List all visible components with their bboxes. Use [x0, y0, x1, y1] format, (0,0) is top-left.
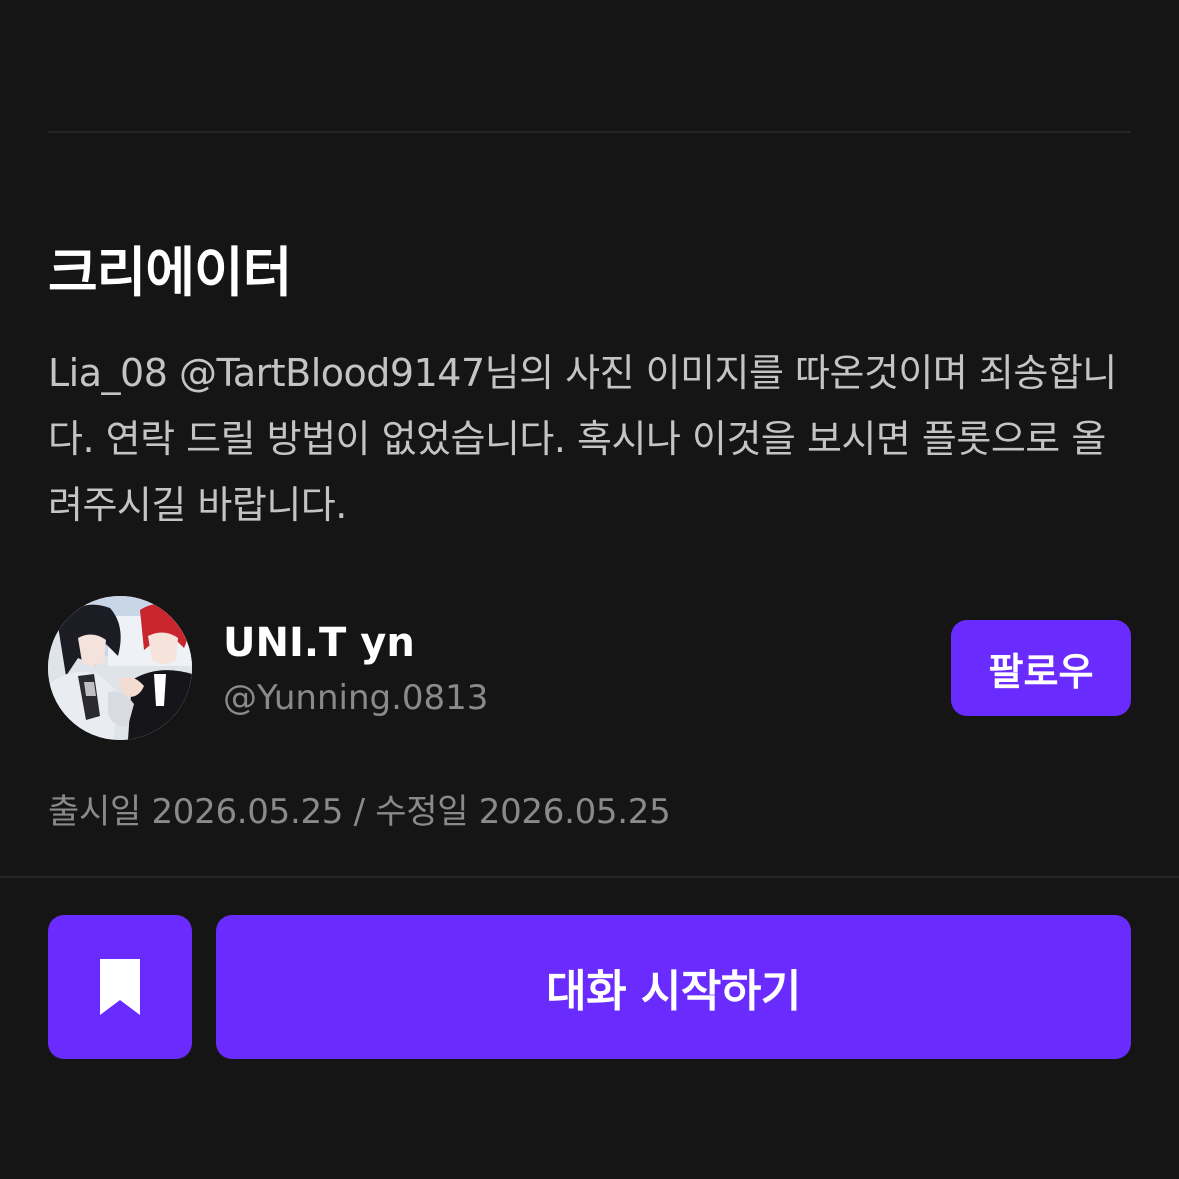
bookmark-button[interactable]	[48, 915, 192, 1059]
creator-handle[interactable]: @Yunning.0813	[223, 676, 488, 720]
top-divider	[48, 131, 1131, 133]
section-title: 크리에이터	[48, 241, 292, 304]
creator-description: Lia_08 @TartBlood9147님의 사진 이미지를 따온것이며 죄송…	[48, 351, 1117, 527]
creator-name[interactable]: UNI.T yn	[223, 618, 415, 668]
creator-avatar[interactable]	[48, 596, 192, 740]
bookmark-icon	[100, 959, 140, 1015]
release-date-info: 출시일 2026.05.25 / 수정일 2026.05.25	[48, 792, 671, 832]
follow-button[interactable]: 팔로우	[951, 620, 1131, 716]
start-chat-button[interactable]: 대화 시작하기	[216, 915, 1131, 1059]
creator-profile-row[interactable]: UNI.T yn @Yunning.0813 팔로우	[48, 596, 1131, 740]
bottom-divider	[0, 876, 1179, 878]
character-avatar-image	[48, 596, 192, 740]
